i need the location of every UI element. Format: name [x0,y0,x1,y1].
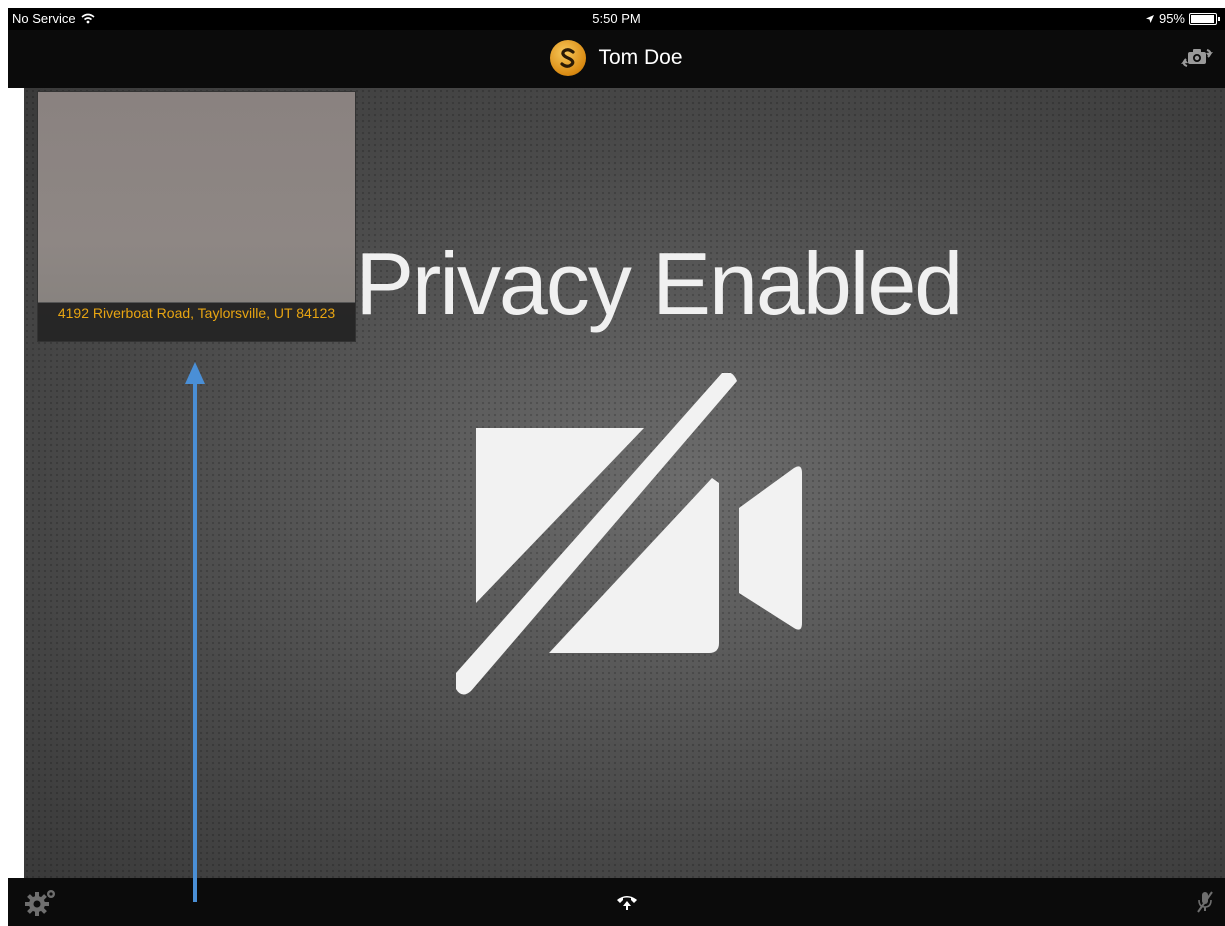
callout-arrow [185,362,205,902]
battery-fill [1191,14,1214,23]
battery-percent: 95% [1158,11,1185,26]
privacy-message: eo Privacy Enabled [239,234,963,333]
logo-s-icon [560,48,576,68]
switch-camera-icon[interactable] [1177,44,1217,72]
location-address: 4192 Riverboat Road, Taylorsville, UT 84… [38,302,355,341]
self-view-preview[interactable]: 4192 Riverboat Road, Taylorsville, UT 84… [37,91,356,342]
contact-name: Tom Doe [598,46,683,69]
app-logo [550,40,587,76]
status-bar: No Service 5:50 PM 95% [8,8,1225,30]
clock: 5:50 PM [592,11,641,26]
hang-up-icon[interactable] [616,892,638,912]
settings-gear-icon[interactable] [24,888,58,916]
video-off-icon [456,373,802,695]
navigation-bar: Tom Doe [8,30,1225,88]
mute-microphone-icon[interactable] [1195,890,1215,914]
battery-icon [1189,12,1220,25]
location-arrow-icon [1145,14,1154,23]
